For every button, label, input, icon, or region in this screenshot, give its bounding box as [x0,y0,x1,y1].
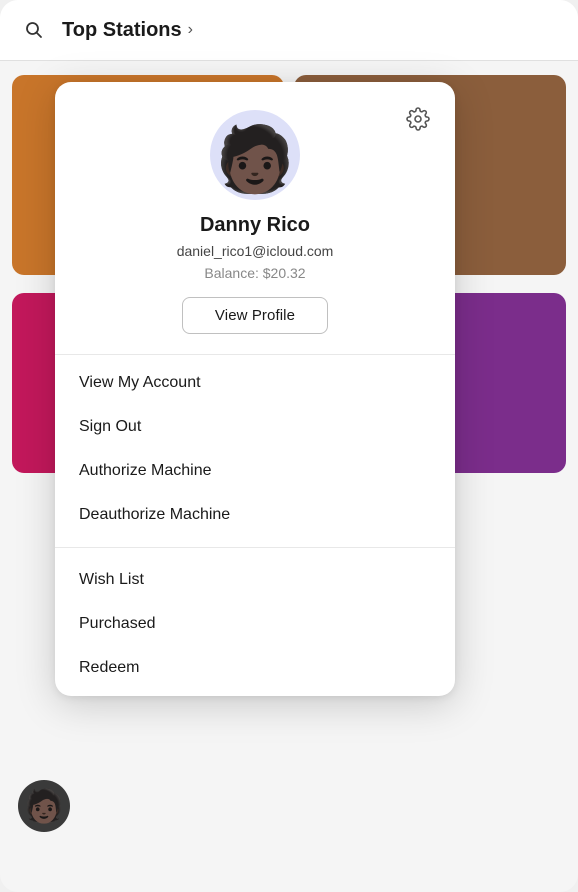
section-divider-2 [55,547,455,548]
menu-item-view-my-account[interactable]: View My Account [55,361,455,405]
menu-item-redeem[interactable]: Redeem [55,646,455,690]
user-email: daniel_rico1@icloud.com [177,243,334,259]
bottom-avatar-thumb: 🧑🏿 [18,780,70,832]
avatar-emoji: 🧑🏿 [215,127,295,191]
menu-item-sign-out[interactable]: Sign Out [55,405,455,449]
menu-item-deauthorize-machine[interactable]: Deauthorize Machine [55,493,455,537]
page-title: Top Stations › [62,19,193,42]
avatar: 🧑🏿 [210,110,300,200]
search-button[interactable] [18,14,50,46]
menu-group-1: View My Account Sign Out Authorize Machi… [55,355,455,543]
settings-button[interactable] [401,102,435,136]
user-balance: Balance: $20.32 [204,265,305,281]
user-name: Danny Rico [200,214,310,237]
menu-item-authorize-machine[interactable]: Authorize Machine [55,449,455,493]
menu-item-wish-list[interactable]: Wish List [55,558,455,602]
title-text: Top Stations [62,19,182,42]
view-profile-button[interactable]: View Profile [182,297,328,334]
bottom-avatar-emoji: 🧑🏿 [24,787,64,825]
profile-section: 🧑🏿 Danny Rico daniel_rico1@icloud.com Ba… [55,82,455,354]
menu-item-purchased[interactable]: Purchased [55,602,455,646]
profile-dropdown: 🧑🏿 Danny Rico daniel_rico1@icloud.com Ba… [55,82,455,696]
chevron-right-icon: › [188,21,193,39]
top-bar: Top Stations › [0,0,578,61]
menu-group-2: Wish List Purchased Redeem [55,552,455,696]
